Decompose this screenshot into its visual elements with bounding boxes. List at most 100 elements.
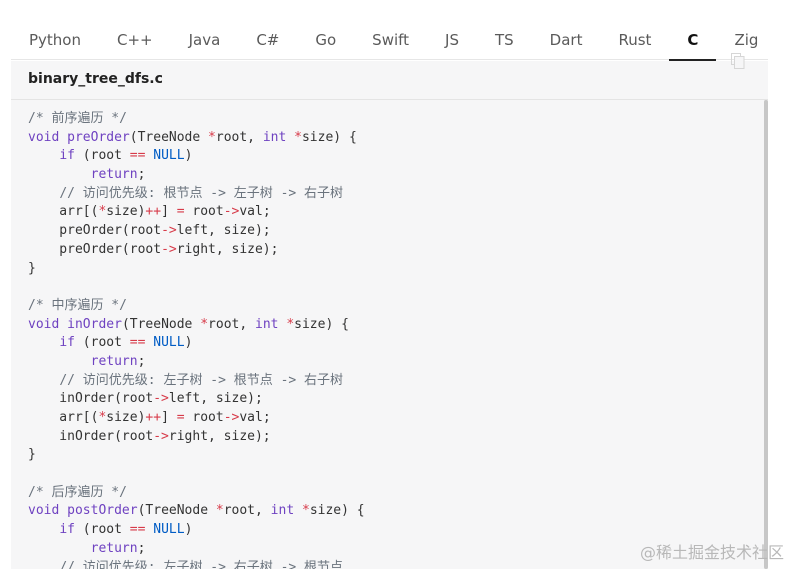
code-token: size) { [301,129,357,145]
code-token: root, [215,129,263,145]
code-token: ) [184,522,193,538]
code-line: void preOrder(TreeNode *root, int *size)… [28,129,728,148]
code-token: = [176,410,185,425]
code-token: preOrder(root [28,223,162,239]
code-token: size) { [294,316,349,332]
tab-swift[interactable]: Swift [354,22,427,60]
code-token: -> [223,204,240,220]
code-token: val; [239,204,271,220]
code-token: * [215,503,224,519]
code-line: preOrder(root->left, size); [28,222,728,241]
code-token: ; [137,353,146,369]
code-token: = [176,204,185,220]
tab-cpp[interactable]: C++ [99,22,171,60]
code-line: /* 后序遍历 */ [28,484,728,503]
code-token: void [28,503,60,519]
tab-c[interactable]: C [669,22,717,61]
code-token: (root [74,148,130,164]
code-line: void inOrder(TreeNode *root, int *size) … [28,316,728,335]
code-token: ] [161,410,177,425]
code-token: left, size); [168,391,263,407]
tab-dart[interactable]: Dart [532,22,601,60]
code-token: ; [137,540,146,556]
code-token: root, [208,316,256,332]
code-line: preOrder(root->right, size); [28,241,728,260]
code-token: NULL [153,335,185,351]
tab-zig[interactable]: Zig [716,22,776,60]
language-tabs: Python C++ Java C# Go Swift JS TS Dart Rust C Zig [11,22,768,61]
code-token: inOrder [67,316,122,332]
code-token: * [301,503,310,519]
code-token: root [184,204,224,220]
code-token: == [129,335,146,351]
code-line: /* 中序遍历 */ [28,297,728,316]
code-token: root, [223,503,271,519]
code-line: inOrder(root->right, size); [28,428,728,447]
code-token: ) [184,148,193,164]
code-token: -> [161,241,177,257]
code-token: inOrder(root [28,428,154,444]
code-token: void [28,129,60,145]
code-token: preOrder(root [28,241,162,257]
tab-python[interactable]: Python [11,22,99,60]
tab-rust[interactable]: Rust [600,22,669,60]
code-token: ++ [145,204,162,220]
code-token: return [90,540,138,556]
code-token: size) [106,410,146,425]
code-token: (TreeNode [137,503,216,519]
code-line: if (root == NULL) [28,334,728,353]
code-token: left, size); [176,223,271,239]
code-panel: binary_tree_dfs.c /* 前序遍历 */ void preOrde… [11,61,768,569]
code-token: ) [184,335,193,351]
tab-ts[interactable]: TS [477,22,532,60]
code-line: return; [28,166,728,185]
code-token: // 访问优先级: 左子树 -> 右子树 -> 根节点 [59,559,344,569]
code-line: if (root == NULL) [28,521,728,540]
code-token: // 访问优先级: 根节点 -> 左子树 -> 右子树 [59,185,344,201]
code-token: ] [161,204,177,220]
code-token: * [208,129,216,145]
code-token: int [262,129,287,145]
code-token: (root [74,522,130,538]
code-token: } [28,447,36,463]
code-line: arr[(*size)++] = root->val; [28,203,728,222]
code-token: size) [106,204,146,220]
code-line: // 访问优先级: 左子树 -> 根节点 -> 右子树 [28,372,728,391]
code-token: * [294,129,302,145]
code-block[interactable]: /* 前序遍历 */ void preOrder(TreeNode *root, … [28,110,728,569]
code-token: -> [153,428,169,444]
code-token: NULL [153,148,185,164]
code-line: void postOrder(TreeNode *root, int *size… [28,502,728,521]
code-token: (TreeNode [129,129,209,145]
code-token: -> [161,223,177,239]
code-token: inOrder(root [28,391,154,407]
code-token: arr[( [28,410,99,425]
code-token: -> [153,391,169,407]
code-token: return [90,167,138,183]
tab-csharp[interactable]: C# [238,22,297,60]
code-line: arr[(*size)++] = root->val; [28,409,728,428]
scrollbar-thumb[interactable] [764,100,768,569]
code-token: /* 前序遍历 */ [28,111,127,126]
code-viewer-page: Python C++ Java C# Go Swift JS TS Dart Rust C Zig b… [0,0,790,569]
code-token: void [28,316,60,332]
file-name: binary_tree_dfs.c [11,61,768,100]
code-token: if [59,148,75,164]
tab-java[interactable]: Java [171,22,239,60]
tab-go[interactable]: Go [297,22,354,60]
code-line: return; [28,540,728,559]
code-token: == [129,148,146,164]
tab-js[interactable]: JS [427,22,477,60]
code-token: NULL [153,522,185,538]
copy-icon[interactable] [731,53,745,69]
code-token: ; [137,167,146,183]
